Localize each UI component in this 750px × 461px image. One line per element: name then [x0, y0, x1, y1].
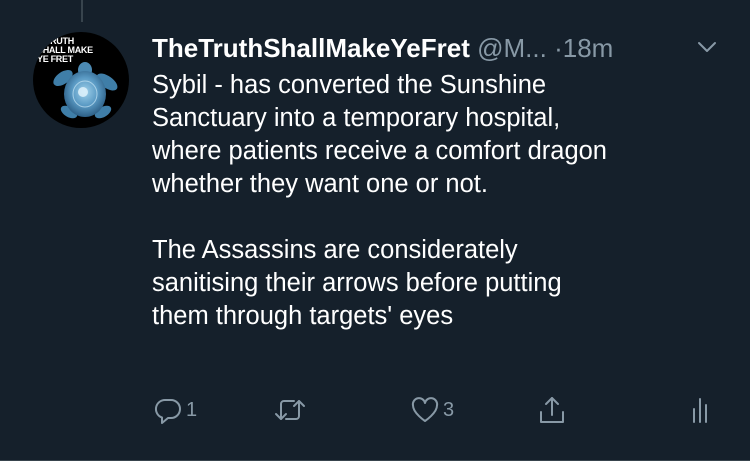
tweet-header: TheTruthShallMakeYeFret @M... ·18m: [152, 30, 722, 66]
share-icon: [540, 397, 564, 423]
reply-count: 1: [186, 399, 198, 421]
reply-button[interactable]: 1: [153, 390, 197, 430]
analytics-button[interactable]: [690, 390, 710, 430]
thread-connector-line: [81, 0, 83, 22]
avatar-logo-text: E TRUTH SHALL MAKE YE FRET: [37, 36, 93, 64]
retweet-button[interactable]: [272, 390, 311, 430]
share-button[interactable]: [537, 390, 567, 430]
separator-dot: ·: [554, 33, 563, 63]
display-name[interactable]: TheTruthShallMakeYeFret: [152, 33, 470, 63]
like-button[interactable]: 3: [410, 390, 454, 430]
chevron-down-icon[interactable]: [697, 40, 717, 54]
avatar[interactable]: E TRUTH SHALL MAKE YE FRET: [33, 32, 129, 128]
tweet-text: Sybil - has converted the Sunshine Sanct…: [152, 71, 607, 330]
heart-icon: [411, 397, 439, 422]
like-count: 3: [443, 399, 455, 421]
reply-icon: [154, 398, 181, 424]
retweet-icon: [275, 400, 305, 420]
action-bar: 1 3: [0, 390, 750, 430]
timestamp[interactable]: 18m: [563, 33, 614, 63]
analytics-icon: [693, 398, 707, 423]
handle[interactable]: @M...: [477, 33, 547, 63]
